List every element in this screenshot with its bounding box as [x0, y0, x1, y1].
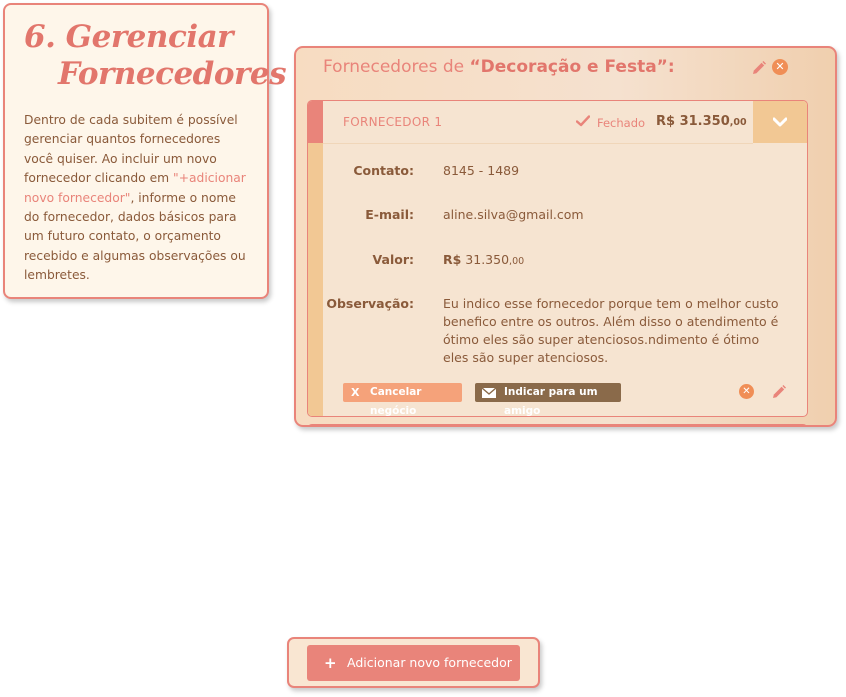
panel-title: Fornecedores de “Decoração e Festa”: [323, 57, 675, 77]
supplier-header-value: R$ 31.350,00 [656, 114, 747, 129]
chevron-down-icon [773, 117, 787, 127]
add-supplier-container: + Adicionar novo fornecedor [287, 637, 540, 688]
contact-label: Contato: [353, 163, 414, 178]
contact-value: 8145 - 1489 [443, 163, 520, 178]
value-label: Valor: [372, 252, 414, 267]
cancel-deal-label: Cancelar negócio [370, 386, 422, 417]
suppliers-panel: Fornecedores de “Decoração e Festa”: ✕ F… [294, 46, 837, 427]
envelope-icon [482, 388, 496, 398]
value-field: R$ 31.350,00 [443, 252, 524, 267]
supplier-card: FORNECEDOR 1 Fechado R$ 31.350,00 Contat… [307, 100, 808, 417]
panel-title-prefix: Fornecedores de [323, 57, 470, 77]
supplier-header-value-cents: ,00 [729, 117, 747, 128]
panel-title-category: “Decoração e Festa”: [469, 57, 675, 77]
instruction-card: 6. Gerenciar Fornecedores Dentro de cada… [3, 3, 287, 299]
instruction-title-line1: 6. Gerenciar [24, 19, 234, 55]
next-supplier-card-edge [307, 424, 808, 425]
value-amount: 31.350 [461, 252, 510, 267]
value-amount-cents: ,00 [509, 256, 525, 267]
pencil-icon[interactable] [751, 60, 767, 76]
refer-friend-button[interactable]: Indicar para um amigo [475, 383, 621, 416]
value-currency: R$ [443, 252, 462, 267]
refer-friend-label: Indicar para um amigo [504, 386, 598, 417]
cancel-x-icon: X [351, 386, 360, 399]
supplier-name: FORNECEDOR 1 [343, 115, 443, 129]
plus-icon: + [324, 654, 337, 672]
supplier-status: Fechado [597, 116, 646, 130]
supplier-collapse-button[interactable] [753, 101, 807, 143]
check-icon [576, 115, 590, 127]
edit-supplier-icon[interactable] [771, 384, 787, 400]
supplier-header-value-main: R$ 31.350 [656, 114, 730, 129]
note-label: Observação: [326, 296, 414, 311]
add-supplier-button[interactable]: + Adicionar novo fornecedor [307, 645, 520, 681]
email-value: aline.silva@gmail.com [443, 207, 584, 222]
delete-supplier-icon[interactable]: ✕ [739, 384, 754, 399]
add-supplier-label: Adicionar novo fornecedor [347, 655, 512, 670]
supplier-header[interactable]: FORNECEDOR 1 Fechado R$ 31.350,00 [323, 101, 753, 144]
instruction-title: 6. Gerenciar Fornecedores [24, 19, 287, 93]
instruction-text: Dentro de cada subitem é possível gerenc… [24, 111, 251, 286]
instruction-title-line2: Fornecedores [58, 56, 287, 92]
supplier-accent-bar [308, 101, 323, 143]
cancel-deal-button[interactable]: X Cancelar negócio [343, 383, 462, 416]
supplier-side-bar [308, 143, 323, 416]
email-label: E-mail: [365, 207, 414, 222]
note-value: Eu indico esse fornecedor porque tem o m… [443, 296, 779, 365]
close-circle-icon[interactable]: ✕ [772, 59, 788, 75]
